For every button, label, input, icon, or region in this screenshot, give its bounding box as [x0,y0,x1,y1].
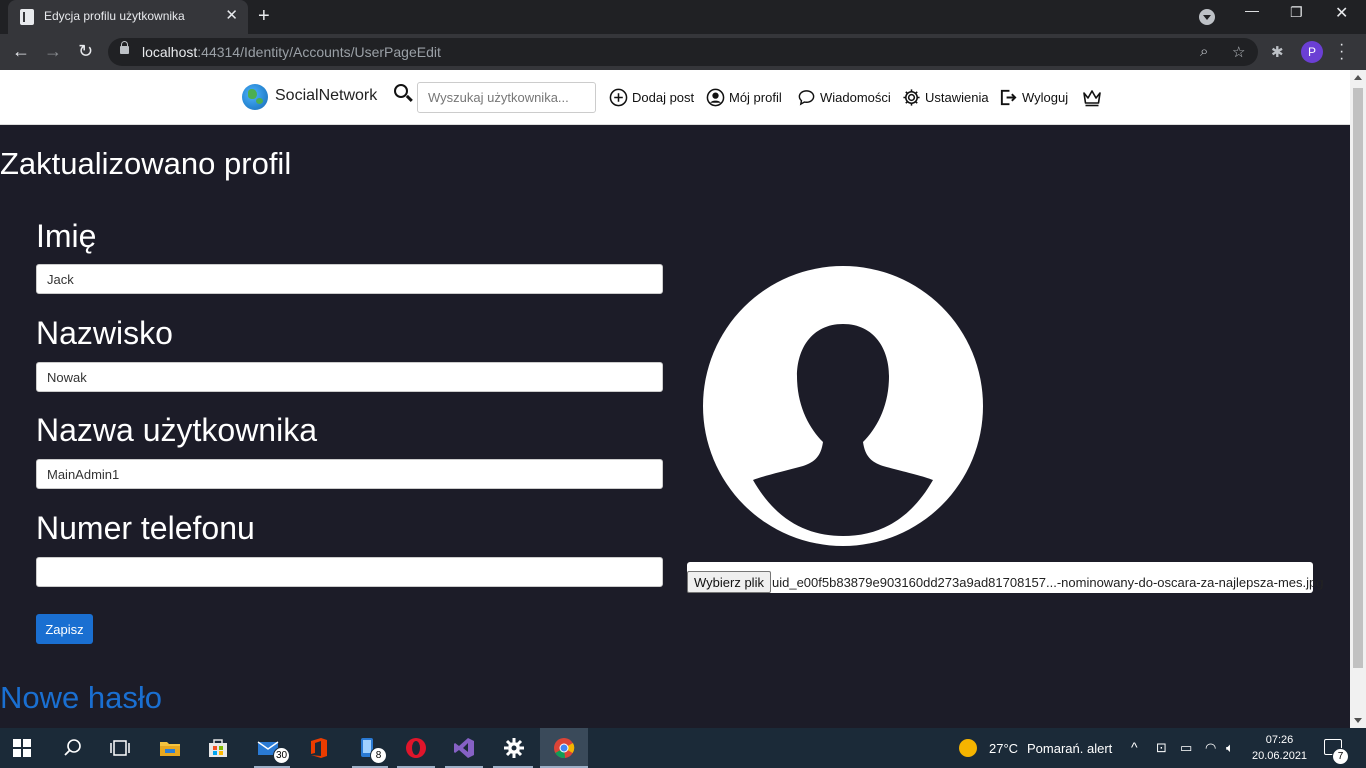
file-name: uid_e00f5b83879e903160dd273a9ad81708157.… [772,575,1324,590]
page-icon [20,9,34,25]
username-label: Nazwa użytkownika [36,412,317,448]
site-navbar: SocialNetwork Dodaj post Mój profil Wiad… [0,70,1350,125]
new-tab-icon[interactable]: + [258,5,270,27]
weather-temp[interactable]: 27°C [989,741,1018,756]
restore-icon[interactable]: ❐ [1290,4,1303,21]
meet-icon[interactable]: ⊡ [1156,740,1167,756]
nav-settings[interactable]: Ustawienia [902,88,989,107]
lock-icon[interactable] [120,41,129,54]
nav-messages[interactable]: Wiadomości [797,88,891,107]
back-icon[interactable]: ← [12,40,30,62]
scroll-up-icon[interactable] [1354,75,1362,80]
chat-bubble-icon [798,90,815,106]
user-circle-icon [706,88,725,107]
settings-icon[interactable] [503,737,525,759]
gear-icon [903,89,920,106]
opera-icon[interactable] [405,737,427,759]
reload-icon[interactable]: ↻ [78,40,93,62]
nav-my-profile-label: Mój profil [729,90,782,105]
url-text: localhost:44314/Identity/Accounts/UserPa… [142,44,441,60]
crown-icon[interactable] [1082,89,1102,107]
tray-chevron-icon[interactable]: ^ [1131,739,1138,755]
nav-settings-label: Ustawienia [925,90,989,105]
browser-toolbar: ← → ↻ localhost:44314/Identity/Accounts/… [0,34,1366,70]
weather-sun-icon[interactable] [959,739,977,757]
username-field[interactable] [36,459,663,489]
battery-icon[interactable]: ▭ [1180,740,1192,756]
clock[interactable]: 07:26 20.06.2021 [1252,732,1307,764]
close-tab-icon[interactable]: ✕ [225,7,238,25]
zoom-icon[interactable]: ⌕ [1200,43,1208,60]
file-upload[interactable]: Wybierz plik uid_e00f5b83879e903160dd273… [687,562,1323,593]
mail-badge: 30 [273,747,290,764]
status-message: Zaktualizowano profil [0,146,292,181]
store-icon[interactable] [207,737,229,759]
task-view-icon[interactable] [109,737,131,759]
windows-start-icon[interactable] [13,739,31,757]
close-window-icon[interactable]: ✕ [1335,3,1348,23]
clock-time: 07:26 [1265,734,1294,746]
search-input[interactable] [417,82,596,113]
plus-circle-icon [609,88,628,107]
choose-file-button[interactable]: Wybierz plik [687,571,771,593]
nav-messages-label: Wiadomości [820,90,891,105]
phone-badge: 8 [370,747,387,764]
tab-search-icon[interactable] [1199,9,1215,25]
last-name-label: Nazwisko [36,315,173,351]
nav-add-post[interactable]: Dodaj post [609,88,694,107]
browser-tab-strip: Edycja profilu użytkownika ✕ + — ❐ ✕ [0,0,1366,34]
office-icon[interactable] [308,737,330,759]
file-explorer-icon[interactable] [159,737,181,759]
scrollbar[interactable] [1350,70,1366,728]
phone-label: Numer telefonu [36,510,255,546]
menu-icon[interactable]: · · · [1339,37,1344,67]
minimize-icon[interactable]: — [1245,2,1259,18]
profile-avatar[interactable]: P [1301,41,1323,63]
avatar [703,266,983,546]
chrome-icon[interactable] [553,737,575,759]
notifications-badge: 7 [1332,748,1349,765]
logout-icon [1000,89,1017,106]
nav-add-post-label: Dodaj post [632,90,695,105]
weather-alert[interactable]: Pomarań. alert [1027,741,1112,756]
search-icon[interactable] [394,84,408,98]
scroll-down-icon[interactable] [1354,718,1362,723]
visual-studio-icon[interactable] [453,737,475,759]
forward-icon[interactable]: → [44,40,62,62]
first-name-label: Imię [36,218,97,254]
last-name-field[interactable] [36,362,663,392]
volume-icon[interactable]: 🔈︎ [1226,740,1234,756]
tab-title: Edycja profilu użytkownika [44,9,185,23]
page-viewport: SocialNetwork Dodaj post Mój profil Wiad… [0,70,1350,728]
nav-logout[interactable]: Wyloguj [999,88,1068,107]
first-name-field[interactable] [36,264,663,294]
globe-logo-icon[interactable] [242,84,268,110]
nav-my-profile[interactable]: Mój profil [706,88,782,107]
address-bar[interactable]: localhost:44314/Identity/Accounts/UserPa… [108,38,1258,66]
browser-tab[interactable]: Edycja profilu użytkownika ✕ [8,0,248,34]
extensions-icon[interactable]: ✱ [1271,43,1284,61]
bookmark-star-icon[interactable]: ☆ [1232,43,1245,61]
brand-link[interactable]: SocialNetwork [275,87,377,105]
save-button[interactable]: Zapisz [36,614,93,644]
wifi-icon[interactable]: ◠ [1205,740,1216,756]
search-icon[interactable] [62,737,84,759]
nav-logout-label: Wyloguj [1022,90,1069,105]
scroll-thumb[interactable] [1353,88,1363,668]
taskbar: 30 8 27°C Pomarań. alert ^ ⊡ ▭ ◠ 🔈︎ 07:2… [0,728,1366,768]
clock-date: 20.06.2021 [1252,750,1308,762]
phone-field[interactable] [36,557,663,587]
new-password-heading[interactable]: Nowe hasło [0,680,162,716]
